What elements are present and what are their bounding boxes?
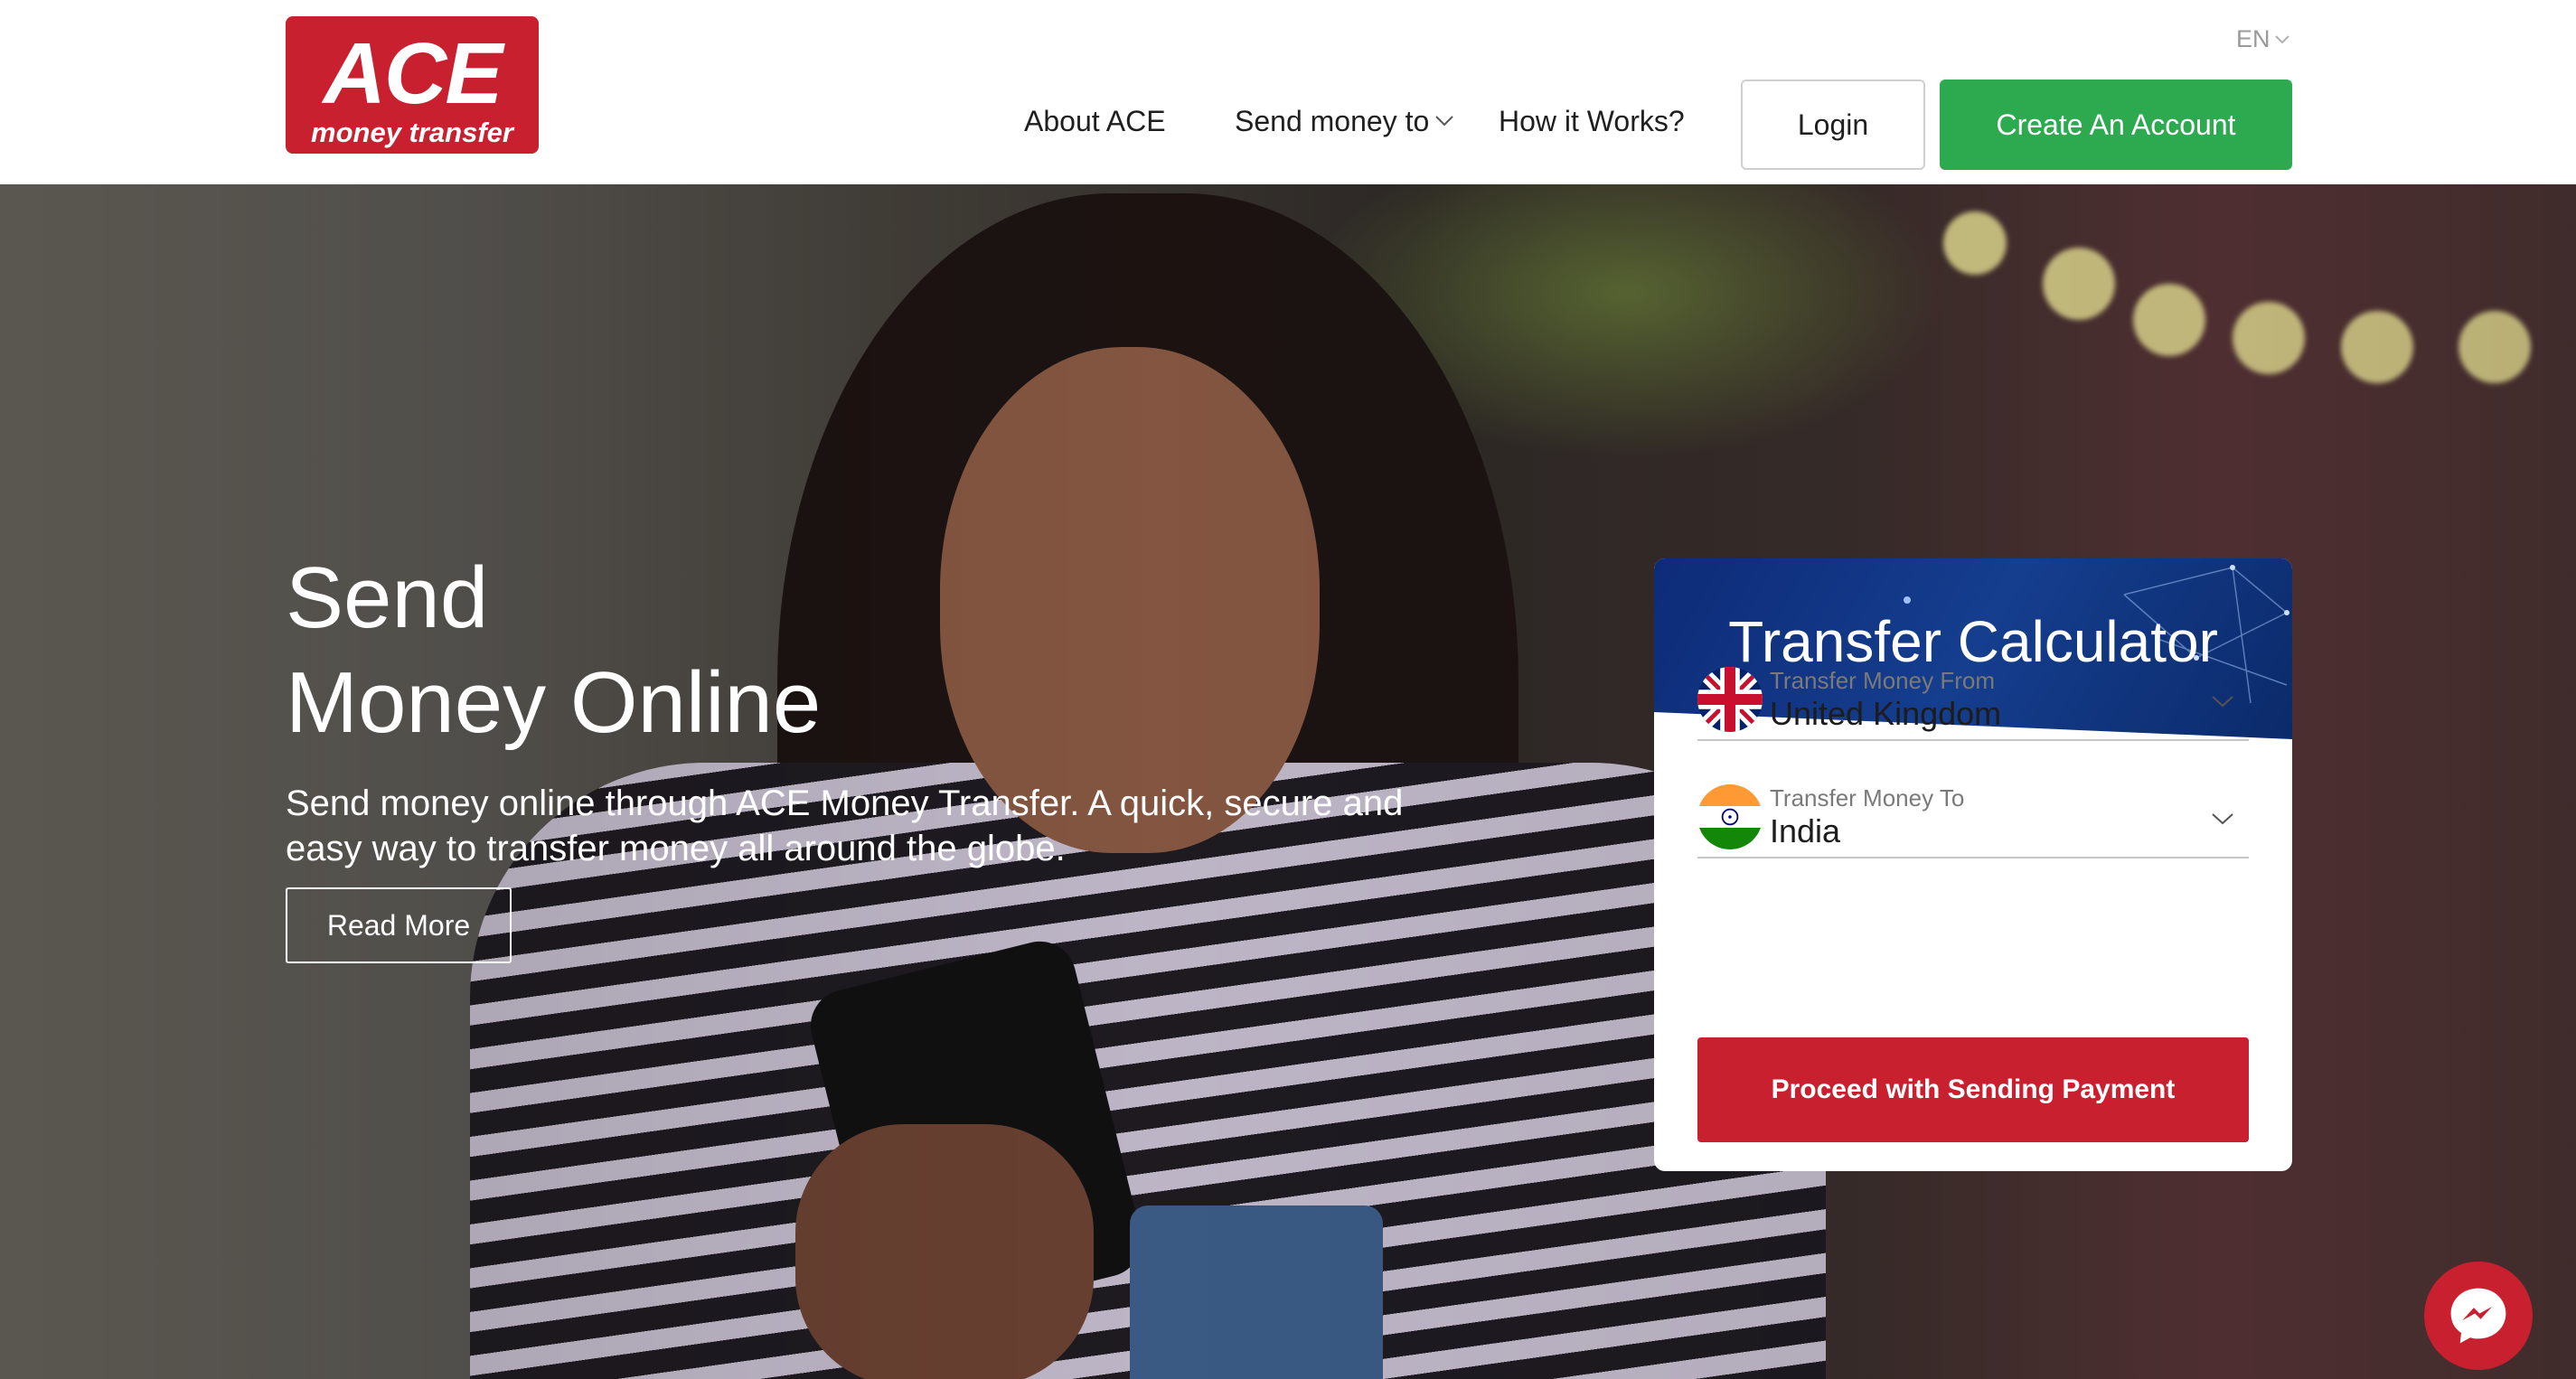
read-more-button[interactable]: Read More	[286, 887, 512, 963]
transfer-from-label: Transfer Money From	[1770, 667, 1995, 694]
transfer-from-value: United Kingdom	[1770, 695, 2002, 732]
nav-how-it-works[interactable]: How it Works?	[1499, 101, 1685, 141]
nav-send-money-to[interactable]: Send money to	[1235, 101, 1454, 141]
ace-logo[interactable]: ACE money transfer	[286, 16, 539, 154]
language-label: EN	[2236, 25, 2270, 52]
hero-title-line2: Money Online	[286, 654, 822, 751]
messenger-chat-button[interactable]	[2424, 1262, 2533, 1370]
transfer-to-label: Transfer Money To	[1770, 784, 1965, 811]
site-header: ACE money transfer EN About ACE Send mon…	[0, 0, 2576, 184]
nav-about[interactable]: About ACE	[1024, 101, 1166, 141]
chevron-down-icon	[2274, 34, 2289, 43]
transfer-calculator: Transfer Calculator Transfer Money From …	[1654, 558, 2292, 1171]
transfer-to-value: India	[1770, 812, 1841, 849]
hero-title-line1: Send	[286, 549, 489, 646]
transfer-from-select[interactable]: Transfer Money From United Kingdom	[1697, 661, 2249, 741]
language-selector[interactable]: EN	[2236, 25, 2290, 53]
hero-subtitle: Send money online through ACE Money Tran…	[286, 783, 1404, 868]
india-flag-icon	[1697, 784, 1763, 849]
chevron-down-icon	[1435, 116, 1453, 127]
chevron-down-icon	[2212, 813, 2233, 825]
nav-about-label: About ACE	[1024, 105, 1166, 137]
logo-tagline: money transfer	[311, 117, 513, 148]
logo-brand: ACE	[323, 25, 503, 122]
proceed-payment-button[interactable]: Proceed with Sending Payment	[1697, 1037, 2249, 1142]
hero-title: Send Money Online	[286, 546, 821, 755]
hero-section: Send Money Online Send money online thro…	[0, 184, 2576, 1379]
nav-how-label: How it Works?	[1499, 105, 1685, 137]
transfer-to-select[interactable]: Transfer Money To India	[1697, 779, 2249, 858]
messenger-icon	[2450, 1288, 2506, 1344]
chevron-down-icon	[2212, 696, 2233, 708]
login-button[interactable]: Login	[1741, 80, 1925, 170]
nav-send-label: Send money to	[1235, 105, 1430, 137]
create-account-button[interactable]: Create An Account	[1940, 80, 2292, 170]
uk-flag-icon	[1697, 667, 1763, 732]
